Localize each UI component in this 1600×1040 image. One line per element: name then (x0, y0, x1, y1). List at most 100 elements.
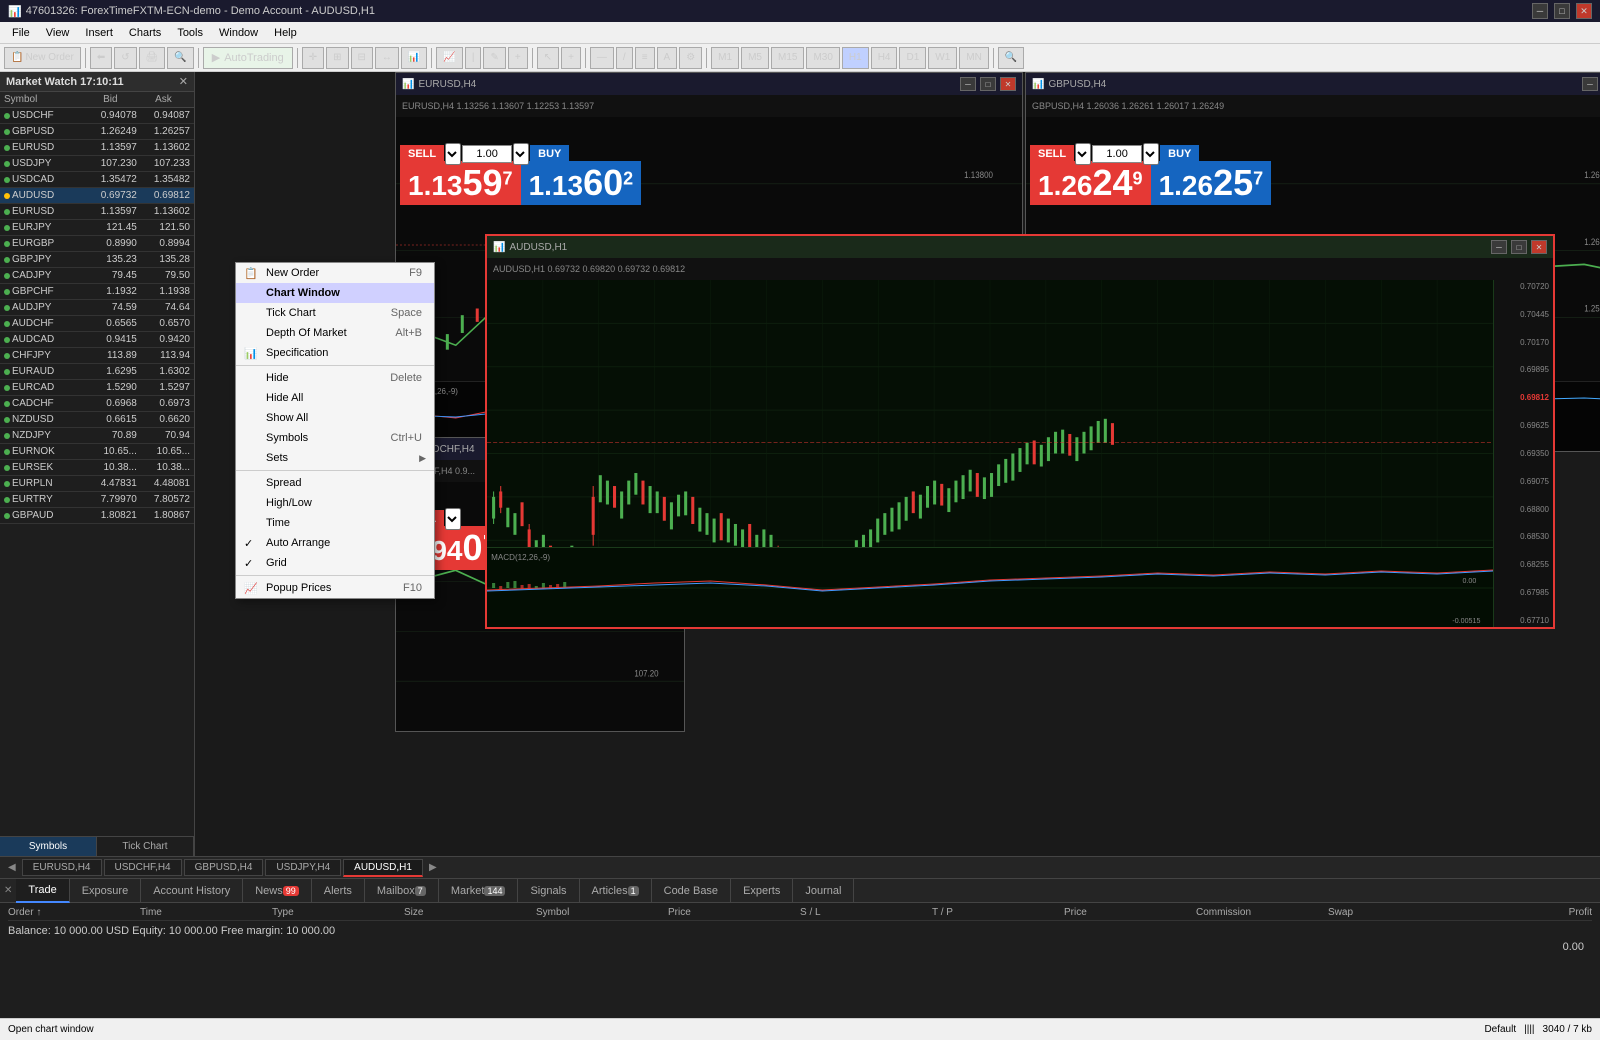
ctx-symbols[interactable]: Symbols Ctrl+U (236, 428, 434, 448)
m30-btn[interactable]: M30 (806, 47, 839, 69)
gbpusd-buy-arrow[interactable]: ▼ (1143, 143, 1159, 165)
mn-btn[interactable]: MN (959, 47, 989, 69)
mw-row-usdcad-4[interactable]: USDCAD 1.35472 1.35482 (0, 172, 194, 188)
text-btn[interactable]: A (657, 47, 678, 69)
eurusd-min[interactable]: ─ (960, 77, 976, 91)
chart-tab-usdjpy[interactable]: USDJPY,H4 (265, 859, 341, 876)
mw-tab-symbols[interactable]: Symbols (0, 837, 97, 856)
menu-window[interactable]: Window (211, 25, 266, 41)
ctx-grid[interactable]: ✓ Grid (236, 553, 434, 573)
ctx-time[interactable]: Time (236, 513, 434, 533)
mw-row-cadjpy-10[interactable]: CADJPY 79.45 79.50 (0, 268, 194, 284)
scroll-btn[interactable]: ↔ (375, 47, 399, 69)
chart-tab-usdchf[interactable]: USDCHF,H4 (104, 859, 182, 876)
term-tab-mailbox[interactable]: Mailbox 7 (365, 879, 439, 903)
trendline-btn[interactable]: / (616, 47, 633, 69)
menu-file[interactable]: File (4, 25, 38, 41)
mw-row-eurpln-23[interactable]: EURPLN 4.47831 4.48081 (0, 476, 194, 492)
mw-row-eurcad-17[interactable]: EURCAD 1.5290 1.5297 (0, 380, 194, 396)
chart-type-btn[interactable]: 📊 (401, 47, 427, 69)
ctx-sets[interactable]: Sets (236, 448, 434, 468)
auto-trading-button[interactable]: ▶ AutoTrading (203, 47, 293, 69)
mw-row-gbpaud-25[interactable]: GBPAUD 1.80821 1.80867 (0, 508, 194, 524)
mw-row-chfjpy-15[interactable]: CHFJPY 113.89 113.94 (0, 348, 194, 364)
ctx-show-all[interactable]: Show All (236, 408, 434, 428)
mw-row-eurusd-2[interactable]: EURUSD 1.13597 1.13602 (0, 140, 194, 156)
term-tab-account-history[interactable]: Account History (141, 879, 243, 903)
fib-btn[interactable]: ≡ (635, 47, 655, 69)
term-tab-trade[interactable]: Trade (16, 879, 69, 903)
term-tab-experts[interactable]: Experts (731, 879, 793, 903)
term-tab-alerts[interactable]: Alerts (312, 879, 365, 903)
menu-tools[interactable]: Tools (169, 25, 211, 41)
audusd-body[interactable]: 10 Jun 2020 11 Jun 22:00 15 Jun 06:00 16… (487, 280, 1553, 627)
ctx-specification[interactable]: 📊 Specification (236, 343, 434, 363)
mw-row-audcad-14[interactable]: AUDCAD 0.9415 0.9420 (0, 332, 194, 348)
mw-row-eurgbp-8[interactable]: EURGBP 0.8990 0.8994 (0, 236, 194, 252)
menu-insert[interactable]: Insert (77, 25, 121, 41)
menu-help[interactable]: Help (266, 25, 305, 41)
chart-tabs-arrow-right[interactable]: ▶ (425, 862, 441, 873)
eurusd-close[interactable]: ✕ (1000, 77, 1016, 91)
ctx-depth-of-market[interactable]: Depth Of Market Alt+B (236, 323, 434, 343)
mw-row-nzdusd-19[interactable]: NZDUSD 0.6615 0.6620 (0, 412, 194, 428)
more-btn[interactable]: ⚙ (679, 47, 702, 69)
eurusd-lot-input[interactable] (462, 145, 512, 163)
mw-tab-tick[interactable]: Tick Chart (97, 837, 194, 856)
gbpusd-lot-input[interactable] (1092, 145, 1142, 163)
term-tab-news[interactable]: News 99 (243, 879, 312, 903)
gbpusd-sell-button[interactable]: SELL (1030, 145, 1074, 163)
mw-row-eurnok-21[interactable]: EURNOK 10.65... 10.65... (0, 444, 194, 460)
h1-btn[interactable]: H1 (842, 47, 869, 69)
toolbar-btn-1[interactable]: ⬅ (90, 47, 112, 69)
term-tab-signals[interactable]: Signals (518, 879, 579, 903)
eurusd-max[interactable]: □ (980, 77, 996, 91)
audusd-min[interactable]: ─ (1491, 240, 1507, 254)
mw-row-gbpchf-11[interactable]: GBPCHF 1.1932 1.1938 (0, 284, 194, 300)
audusd-max[interactable]: □ (1511, 240, 1527, 254)
line-btn[interactable]: — (590, 47, 614, 69)
mw-row-usdjpy-3[interactable]: USDJPY 107.230 107.233 (0, 156, 194, 172)
mw-row-gbpjpy-9[interactable]: GBPJPY 135.23 135.28 (0, 252, 194, 268)
period-sep-btn[interactable]: | (465, 47, 482, 69)
gbpusd-sell-arrow[interactable]: ▼ (1075, 143, 1091, 165)
crosshair2-btn[interactable]: + (508, 47, 528, 69)
mw-row-audchf-13[interactable]: AUDCHF 0.6565 0.6570 (0, 316, 194, 332)
drawing-btn[interactable]: ✎ (483, 47, 505, 69)
mw-row-cadchf-18[interactable]: CADCHF 0.6968 0.6973 (0, 396, 194, 412)
gbpusd-min[interactable]: ─ (1582, 77, 1598, 91)
mw-row-audjpy-12[interactable]: AUDJPY 74.59 74.64 (0, 300, 194, 316)
ctx-chart-window[interactable]: Chart Window (236, 283, 434, 303)
ctx-popup-prices[interactable]: 📈 Popup Prices F10 (236, 578, 434, 598)
zoom-out-btn[interactable]: ⊟ (351, 47, 373, 69)
mw-row-eurjpy-7[interactable]: EURJPY 121.45 121.50 (0, 220, 194, 236)
chart-tab-gbpusd[interactable]: GBPUSD,H4 (184, 859, 264, 876)
eurusd-sell-arrow[interactable]: ▼ (445, 143, 461, 165)
zoom-btn[interactable]: ⊞ (326, 47, 348, 69)
indicator-btn[interactable]: 📈 (436, 47, 462, 69)
ctx-auto-arrange[interactable]: ✓ Auto Arrange (236, 533, 434, 553)
ctx-spread[interactable]: Spread (236, 473, 434, 493)
term-tab-exposure[interactable]: Exposure (70, 879, 141, 903)
search-btn[interactable]: 🔍 (998, 47, 1024, 69)
terminal-close-icon[interactable]: ✕ (4, 885, 12, 896)
chart-tab-audusd[interactable]: AUDUSD,H1 (343, 859, 423, 877)
close-button[interactable]: ✕ (1576, 3, 1592, 19)
ctx-new-order[interactable]: 📋 New Order F9 (236, 263, 434, 283)
w1-btn[interactable]: W1 (928, 47, 957, 69)
mw-row-eursek-22[interactable]: EURSEK 10.38... 10.38... (0, 460, 194, 476)
usdchf-sell-arrow[interactable]: ▼ (445, 508, 461, 530)
h4-btn[interactable]: H4 (871, 47, 898, 69)
term-tab-codebase[interactable]: Code Base (652, 879, 731, 903)
eurusd-sell-button[interactable]: SELL (400, 145, 444, 163)
mw-row-nzdjpy-20[interactable]: NZDJPY 70.89 70.94 (0, 428, 194, 444)
toolbar-btn-2[interactable]: ↺ (114, 47, 136, 69)
m15-btn[interactable]: M15 (771, 47, 804, 69)
ctx-hide-all[interactable]: Hide All (236, 388, 434, 408)
menu-view[interactable]: View (38, 25, 78, 41)
chart-tabs-arrow-left[interactable]: ◀ (4, 862, 20, 873)
eurusd-buy-button[interactable]: BUY (530, 145, 569, 163)
crosshair-btn[interactable]: ✛ (302, 47, 324, 69)
term-tab-market[interactable]: Market 144 (439, 879, 519, 903)
ctx-high-low[interactable]: High/Low (236, 493, 434, 513)
